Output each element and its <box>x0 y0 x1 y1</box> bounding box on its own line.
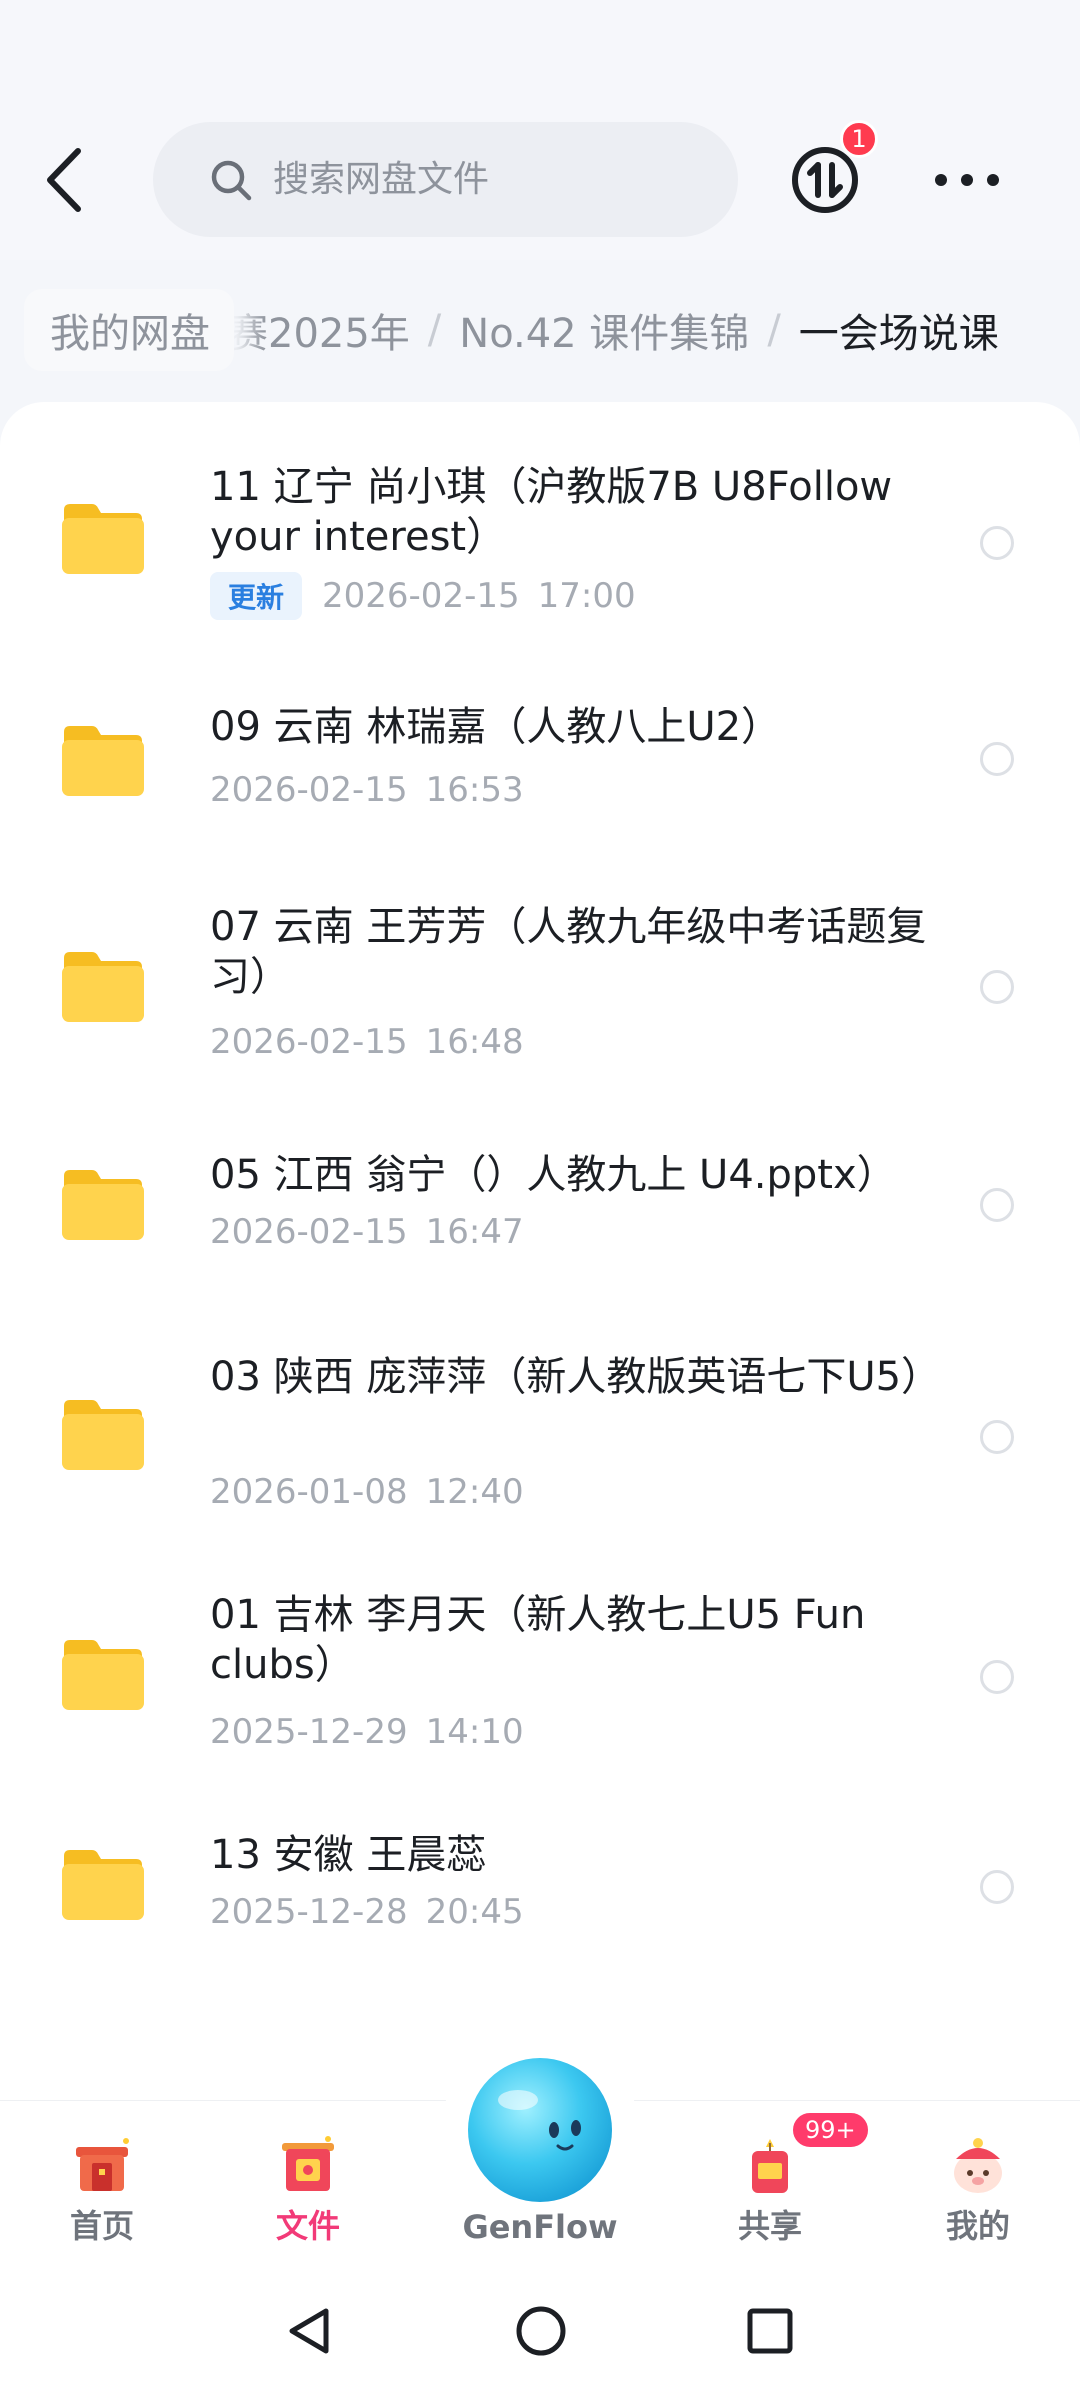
share-count-badge: 99+ <box>790 2110 871 2150</box>
folder-name: 09 云南 林瑞嘉（人教八上U2） <box>210 704 782 750</box>
folder-name: 05 江西 翁宁（）人教九上 U4.pptx） <box>210 1152 897 1198</box>
nav-mine-label: 我的 <box>945 2207 1010 2245</box>
top-bar: 1 <box>0 0 1080 260</box>
folder-time: 20:45 <box>425 1892 524 1932</box>
breadcrumb-item[interactable]: No.42 课件集锦 <box>459 301 749 359</box>
folder-row[interactable]: 07 云南 王芳芳（人教九年级中考话题复习） 2026-02-15 16:48 <box>0 902 1080 1072</box>
nav-share-label: 共享 <box>737 2207 802 2245</box>
genflow-orb-icon[interactable] <box>460 2050 620 2210</box>
nav-files[interactable]: 文件 <box>228 2101 388 2266</box>
more-dot <box>935 174 947 186</box>
select-radio[interactable] <box>980 742 1014 776</box>
folder-meta: 2026-02-15 16:53 <box>210 770 524 810</box>
more-dot <box>987 174 999 186</box>
folder-row[interactable]: 11 辽宁 尚小琪（沪教版7B U8Follow your interest） … <box>0 462 1080 662</box>
select-radio[interactable] <box>980 1188 1014 1222</box>
search-icon <box>211 160 252 200</box>
system-back-icon[interactable] <box>284 2305 334 2357</box>
folder-icon <box>62 1400 144 1470</box>
breadcrumb: 我的网盘 赛2025年 / No.42 课件集锦 / 一会场说课 <box>0 280 1080 380</box>
nav-files-label: 文件 <box>275 2207 340 2245</box>
folder-icon <box>62 504 144 574</box>
system-nav-bar <box>0 2265 1080 2388</box>
folder-date: 2026-02-15 <box>210 770 408 810</box>
folder-meta: 2026-02-15 16:47 <box>210 1212 524 1252</box>
folder-icon <box>62 1850 144 1920</box>
folder-date: 2026-01-08 <box>210 1472 408 1512</box>
transfer-count-badge: 1 <box>840 120 878 158</box>
folder-time: 12:40 <box>425 1472 524 1512</box>
share-icon <box>752 2139 788 2193</box>
home-icon <box>76 2138 129 2191</box>
folder-meta: 2026-02-15 16:48 <box>210 1022 524 1062</box>
nav-home[interactable]: 首页 <box>22 2101 182 2266</box>
folder-date: 2026-02-15 <box>322 576 520 616</box>
folder-row[interactable]: 03 陕西 庞萍萍（新人教版英语七下U5） 2026-01-08 12:40 <box>0 1352 1080 1522</box>
select-radio[interactable] <box>980 1660 1014 1694</box>
system-home-icon[interactable] <box>515 2305 567 2357</box>
folder-time: 16:47 <box>425 1212 524 1252</box>
folder-row[interactable]: 01 吉林 李月天（新人教七上U5 Fun clubs） 2025-12-29 … <box>0 1590 1080 1760</box>
update-tag: 更新 <box>210 572 303 620</box>
system-recents-icon[interactable] <box>746 2307 794 2355</box>
folder-time: 16:53 <box>425 770 524 810</box>
more-menu-icon[interactable] <box>935 160 999 200</box>
folder-meta: 更新 2026-02-15 17:00 <box>210 572 636 620</box>
breadcrumb-separator: / <box>427 307 442 353</box>
search-input[interactable] <box>273 159 693 200</box>
folder-time: 14:10 <box>425 1712 524 1752</box>
search-bar[interactable] <box>153 122 738 237</box>
breadcrumb-separator: / <box>767 307 781 353</box>
folder-time: 16:48 <box>425 1022 524 1062</box>
folder-icon <box>62 726 144 796</box>
breadcrumb-item[interactable]: 赛2025年 <box>228 301 410 359</box>
breadcrumb-current: 一会场说课 <box>798 311 999 357</box>
folder-row[interactable]: 09 云南 林瑞嘉（人教八上U2） 2026-02-15 16:53 <box>0 702 1080 842</box>
folder-icon <box>62 1170 144 1240</box>
folder-row[interactable]: 05 江西 翁宁（）人教九上 U4.pptx） 2026-02-15 16:47 <box>0 1150 1080 1280</box>
folder-meta: 2025-12-28 20:45 <box>210 1892 524 1932</box>
breadcrumb-track: 赛2025年 / No.42 课件集锦 / 一会场说课 <box>228 301 999 359</box>
profile-mascot-icon <box>954 2138 1002 2193</box>
file-list: 11 辽宁 尚小琪（沪教版7B U8Follow your interest） … <box>0 402 1080 2102</box>
folder-date: 2026-02-15 <box>210 1022 408 1062</box>
genflow-label: GenFlow <box>462 2208 618 2246</box>
folder-meta: 2026-01-08 12:40 <box>210 1472 524 1512</box>
folder-time: 17:00 <box>537 576 636 616</box>
folder-icon <box>62 1640 144 1710</box>
select-radio[interactable] <box>980 526 1014 560</box>
folder-name: 13 安徽 王晨蕊 <box>210 1832 487 1878</box>
select-radio[interactable] <box>980 1420 1014 1454</box>
folder-date: 2025-12-29 <box>210 1712 408 1752</box>
select-radio[interactable] <box>980 970 1014 1004</box>
folder-name: 03 陕西 庞萍萍（新人教版英语七下U5） <box>210 1354 942 1400</box>
nav-mine[interactable]: 我的 <box>898 2101 1058 2266</box>
select-radio[interactable] <box>980 1870 1014 1904</box>
folder-row[interactable]: 13 安徽 王晨蕊 2025-12-28 20:45 <box>0 1830 1080 1960</box>
folder-icon <box>62 952 144 1022</box>
folder-name: 01 吉林 李月天（新人教七上U5 Fun clubs） <box>210 1592 866 1688</box>
folder-name: 11 辽宁 尚小琪（沪教版7B U8Follow your interest） <box>210 464 893 560</box>
folder-meta: 2025-12-29 14:10 <box>210 1712 524 1752</box>
breadcrumb-root[interactable]: 我的网盘 <box>24 289 234 371</box>
folder-name: 07 云南 王芳芳（人教九年级中考话题复习） <box>210 904 927 1000</box>
more-dot <box>961 174 973 186</box>
files-icon <box>282 2136 334 2191</box>
folder-date: 2026-02-15 <box>210 1212 408 1252</box>
back-arrow-icon[interactable] <box>42 145 88 215</box>
folder-date: 2025-12-28 <box>210 1892 408 1932</box>
nav-home-label: 首页 <box>69 2207 134 2245</box>
